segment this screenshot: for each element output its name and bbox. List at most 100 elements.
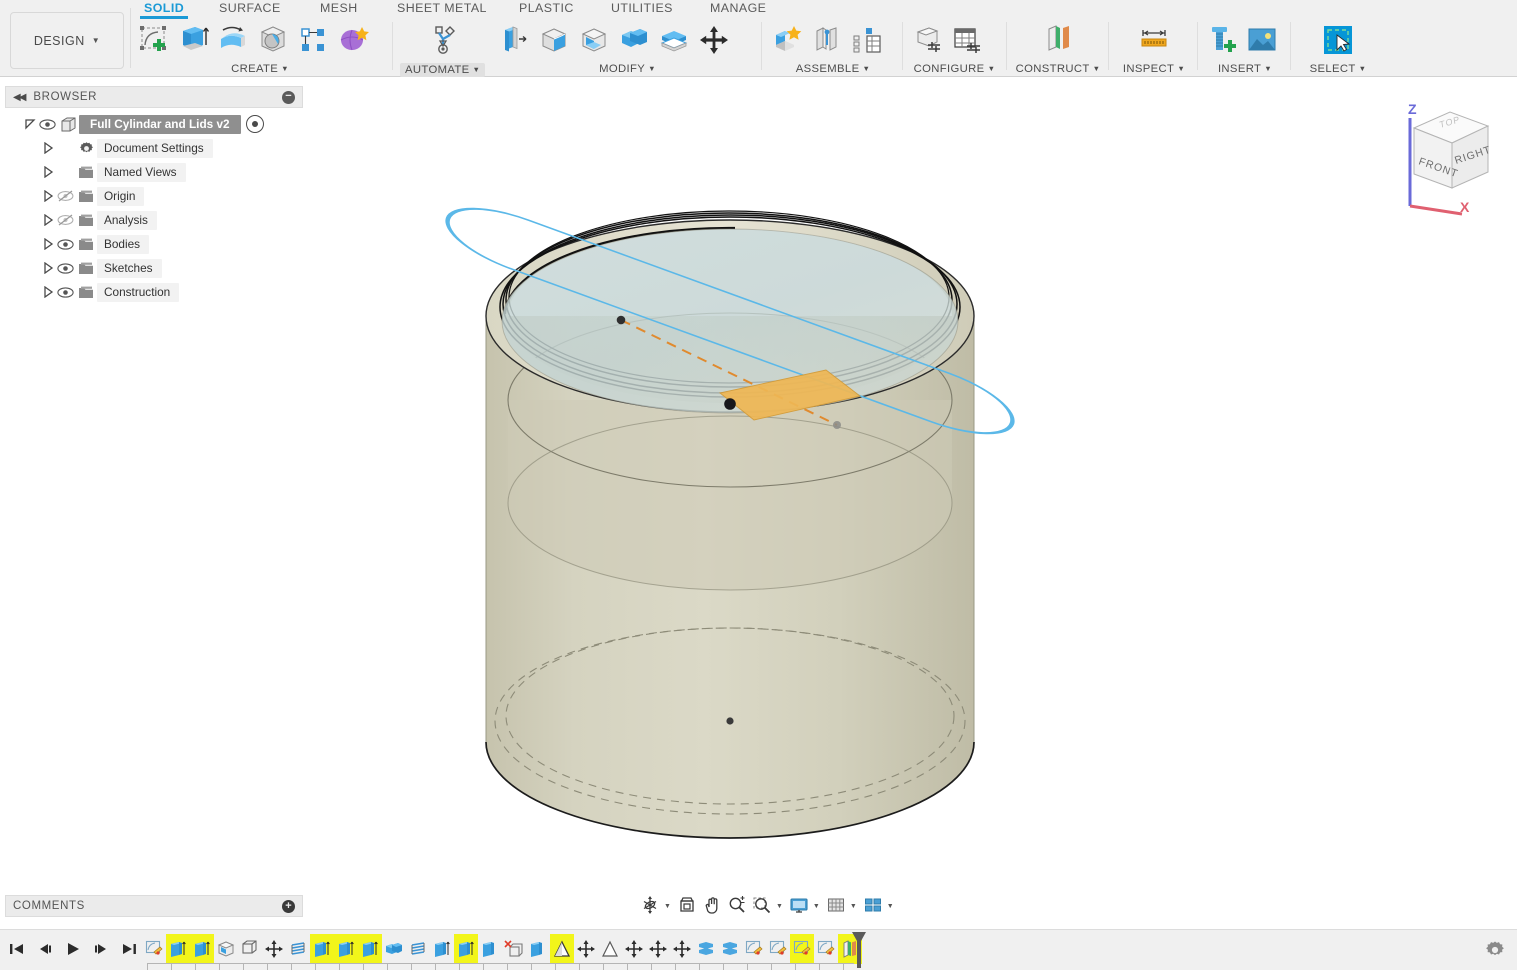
automate-icon[interactable] — [424, 21, 462, 59]
timeline-item-split-body[interactable] — [694, 934, 718, 964]
orbit-icon[interactable] — [638, 894, 662, 916]
timeline-item-extrude[interactable] — [478, 934, 502, 964]
expand-arrow-right-icon[interactable] — [41, 189, 55, 203]
timeline-item-move[interactable] — [262, 934, 286, 964]
timeline-item-sketch[interactable] — [814, 934, 838, 964]
lid-top-face[interactable] — [501, 228, 959, 414]
view-cube[interactable]: Z X FRONT RIGHT TOP — [1388, 96, 1513, 216]
visibility-eye-icon[interactable] — [37, 116, 57, 132]
combine-icon[interactable] — [615, 21, 653, 59]
panel-insert-label[interactable]: INSERT ▼ — [1203, 63, 1287, 75]
tree-row-named-views[interactable]: Named Views — [5, 160, 303, 184]
new-component-icon[interactable] — [768, 21, 806, 59]
measure-icon[interactable] — [1135, 21, 1173, 59]
workspace-switcher-button[interactable]: DESIGN ▼ — [10, 12, 124, 69]
timeline-item-offset-face[interactable] — [238, 934, 262, 964]
timeline-item-move[interactable] — [574, 934, 598, 964]
move-copy-icon[interactable] — [695, 21, 733, 59]
insert-canvas-icon[interactable] — [1243, 21, 1281, 59]
panel-modify-label[interactable]: MODIFY ▼ — [495, 63, 760, 75]
timeline-item-sketch[interactable] — [142, 934, 166, 964]
tree-row-bodies[interactable]: Bodies — [5, 232, 303, 256]
configure-table-icon[interactable] — [948, 21, 986, 59]
form-icon[interactable] — [334, 21, 372, 59]
gear-icon[interactable] — [1485, 940, 1505, 960]
shell-icon[interactable] — [575, 21, 613, 59]
timeline-item-draft[interactable] — [550, 934, 574, 964]
step-forward-icon[interactable] — [90, 938, 112, 960]
cylinder-model[interactable] — [305, 78, 1517, 888]
timeline-item-sketch[interactable] — [742, 934, 766, 964]
play-icon[interactable] — [62, 938, 84, 960]
zoom-window-icon[interactable] — [750, 894, 774, 916]
chevron-down-icon[interactable]: ▼ — [664, 903, 671, 910]
expand-arrow-right-icon[interactable] — [41, 213, 55, 227]
configure-model-icon[interactable] — [908, 21, 946, 59]
step-back-icon[interactable] — [34, 938, 56, 960]
go-to-end-icon[interactable] — [118, 938, 140, 960]
bill-of-materials-icon[interactable] — [848, 21, 886, 59]
timeline-item-extrude[interactable] — [166, 934, 190, 964]
expand-arrow-down-icon[interactable] — [23, 117, 37, 131]
expand-arrow-right-icon[interactable] — [41, 141, 55, 155]
timeline-item-extrude[interactable] — [358, 934, 382, 964]
tree-row-analysis[interactable]: Analysis — [5, 208, 303, 232]
expand-arrow-right-icon[interactable] — [41, 261, 55, 275]
visibility-eye-off-icon[interactable] — [55, 212, 75, 228]
sweep-icon[interactable] — [254, 21, 292, 59]
bottom-center-point[interactable] — [726, 717, 734, 725]
press-pull-icon[interactable] — [495, 21, 533, 59]
sketch-point-center[interactable] — [724, 398, 736, 410]
tree-row-construction[interactable]: Construction — [5, 280, 303, 304]
timeline-item-move[interactable] — [622, 934, 646, 964]
viewports-icon[interactable] — [861, 894, 885, 916]
expand-arrow-right-icon[interactable] — [41, 165, 55, 179]
panel-select-label[interactable]: SELECT ▼ — [1296, 63, 1380, 75]
chevron-down-icon[interactable]: ▼ — [776, 903, 783, 910]
expand-arrow-right-icon[interactable] — [41, 285, 55, 299]
timeline-item-sketch[interactable] — [766, 934, 790, 964]
display-settings-icon[interactable] — [787, 894, 811, 916]
insert-mcmaster-icon[interactable] — [1203, 21, 1241, 59]
timeline-item-delete-face[interactable] — [502, 934, 526, 964]
sketch-point-left[interactable] — [616, 315, 626, 325]
minus-circle-icon[interactable]: − — [282, 90, 295, 104]
timeline-item-extrude[interactable] — [334, 934, 358, 964]
visibility-eye-icon[interactable] — [55, 260, 75, 276]
go-to-beginning-icon[interactable] — [6, 938, 28, 960]
create-sketch-icon[interactable] — [134, 21, 172, 59]
timeline-item-combine[interactable] — [382, 934, 406, 964]
tab-surface[interactable]: SURFACE — [219, 1, 281, 15]
joint-icon[interactable] — [808, 21, 846, 59]
panel-create-label[interactable]: CREATE ▼ — [134, 63, 386, 75]
tree-row-origin[interactable]: Origin — [5, 184, 303, 208]
tab-mesh[interactable]: MESH — [320, 1, 358, 15]
sketch-point-right[interactable] — [833, 421, 841, 429]
timeline-item-move[interactable] — [646, 934, 670, 964]
plus-circle-icon[interactable]: + — [282, 899, 295, 913]
visibility-eye-icon[interactable] — [55, 236, 75, 252]
rectangular-pattern-icon[interactable] — [294, 21, 332, 59]
tab-solid[interactable]: SOLID — [139, 1, 189, 19]
panel-inspect-label[interactable]: INSPECT ▼ — [1114, 63, 1194, 75]
timeline-item-shell[interactable] — [214, 934, 238, 964]
tree-row-root[interactable]: Full Cylindar and Lids v2 — [5, 112, 303, 136]
timeline-item-extrude[interactable] — [430, 934, 454, 964]
timeline-item-draft[interactable] — [598, 934, 622, 964]
collapse-left-icon[interactable]: ◀◀ — [13, 92, 26, 103]
revolve-icon[interactable] — [214, 21, 252, 59]
visibility-eye-icon[interactable] — [55, 284, 75, 300]
comments-panel[interactable]: COMMENTS + — [5, 895, 303, 917]
timeline-item-thread[interactable] — [286, 934, 310, 964]
timeline-marker-icon[interactable] — [852, 932, 866, 968]
chevron-down-icon[interactable]: ▼ — [887, 903, 894, 910]
tab-manage[interactable]: MANAGE — [710, 1, 766, 15]
panel-assemble-label[interactable]: ASSEMBLE ▼ — [768, 63, 898, 75]
expand-arrow-right-icon[interactable] — [41, 237, 55, 251]
chevron-down-icon[interactable]: ▼ — [813, 903, 820, 910]
fillet-icon[interactable] — [535, 21, 573, 59]
select-icon[interactable] — [1319, 21, 1357, 59]
timeline-item-extrude[interactable] — [526, 934, 550, 964]
grid-snap-icon[interactable] — [824, 894, 848, 916]
timeline-item-sketch[interactable] — [790, 934, 814, 964]
